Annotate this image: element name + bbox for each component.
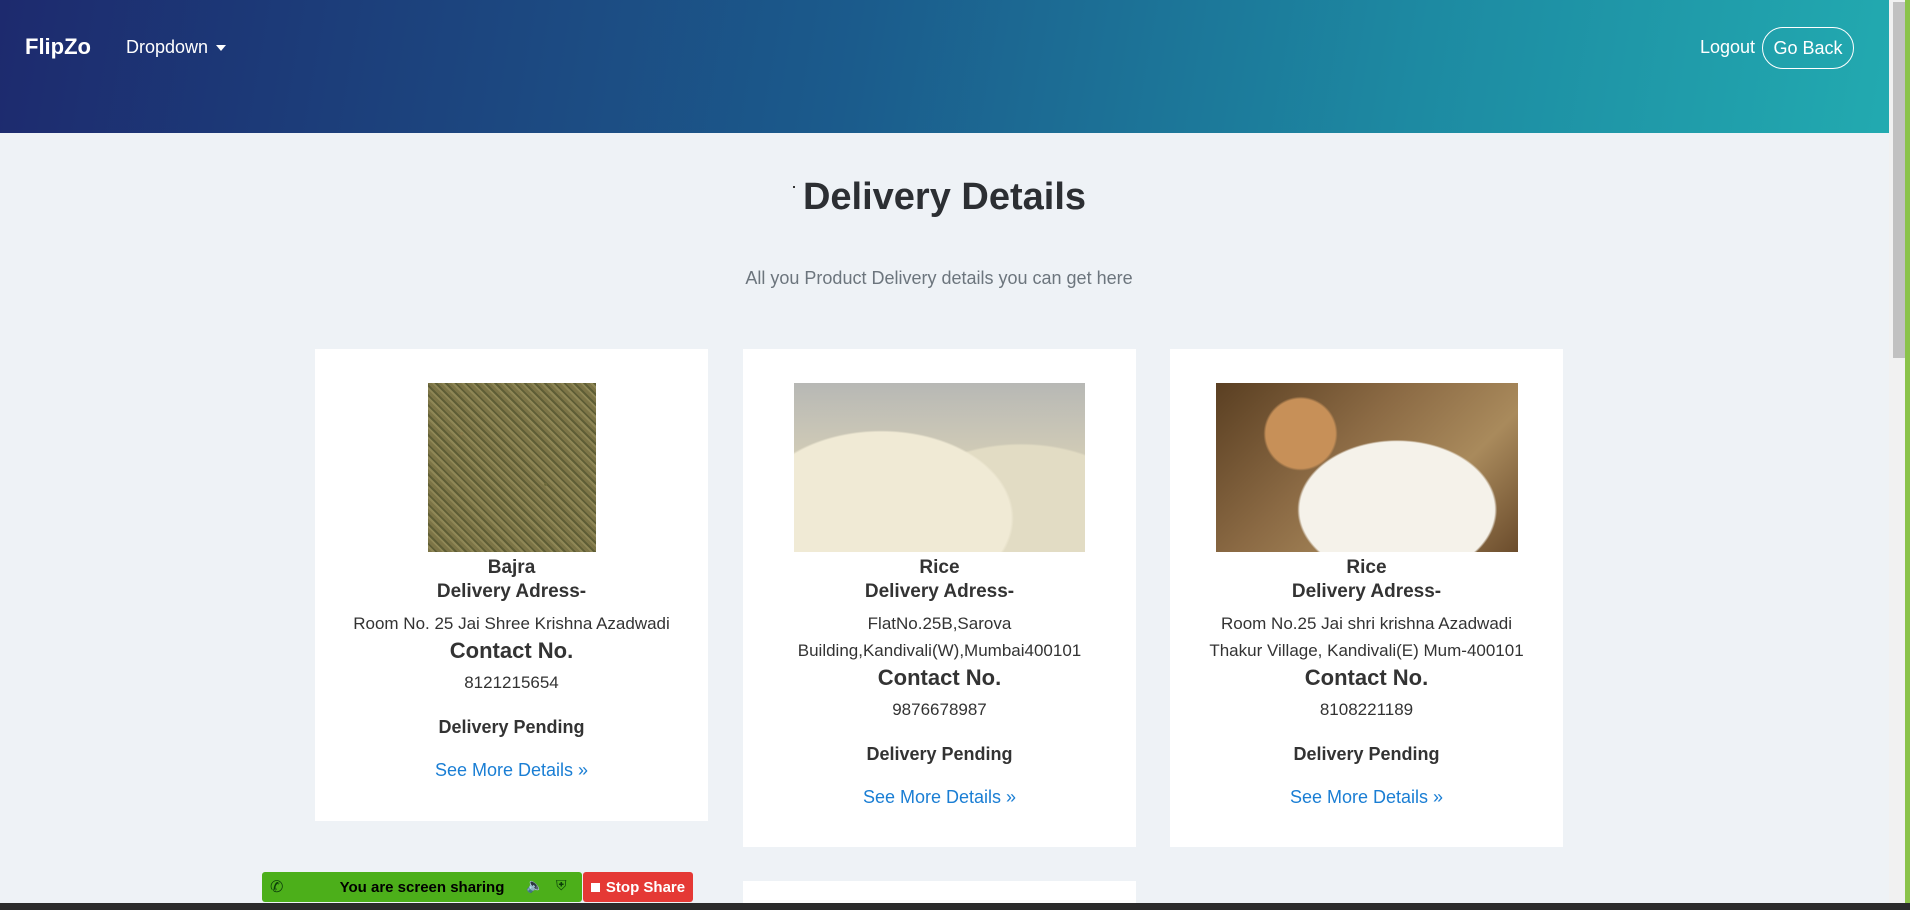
address-text: Room No.25 Jai shri krishna Azadwadi Tha…	[1209, 614, 1524, 660]
address-text: FlatNo.25B,Sarova Building,Kandivali(W),…	[797, 614, 1082, 660]
delivery-card: Rice Delivery Adress- Room No.25 Jai shr…	[1170, 349, 1563, 847]
delivery-card: Rice Delivery Adress- FlatNo.25B,Sarova …	[743, 349, 1136, 847]
delivery-status: Delivery Pending	[866, 744, 1013, 764]
stop-share-button[interactable]: Stop Share	[583, 872, 693, 902]
product-name: Rice	[919, 557, 960, 578]
navbar: FlipZo Dropdown Logout Go Back	[0, 0, 1889, 133]
page-subtitle: All you Product Delivery details you can…	[745, 268, 1133, 288]
contact-label: Contact No.	[449, 638, 574, 663]
product-name: Bajra	[487, 557, 536, 578]
shield-icon[interactable]: ⛨	[556, 877, 567, 894]
speaker-icon[interactable]: 🔈	[526, 877, 543, 894]
see-more-details-link[interactable]: See More Details »	[315, 760, 708, 781]
contact-number: 8108221189	[1319, 700, 1414, 719]
address-label: Delivery Adress-	[1291, 581, 1442, 602]
address-label: Delivery Adress-	[436, 581, 587, 602]
product-image-bajra	[427, 383, 596, 552]
product-image-rice	[1215, 383, 1518, 552]
see-more-details-link[interactable]: See More Details »	[743, 787, 1136, 808]
page: FlipZo Dropdown Logout Go Back Delivery …	[0, 0, 1889, 910]
phone-icon: ✆	[270, 879, 284, 896]
caret-down-icon	[216, 45, 227, 52]
screen-share-text: You are screen sharing	[339, 878, 505, 896]
delivery-card: Bajra Delivery Adress- Room No. 25 Jai S…	[315, 349, 708, 821]
delivery-status: Delivery Pending	[1293, 744, 1440, 764]
dropdown-label: Dropdown	[126, 37, 209, 57]
stop-share-label: Stop Share	[605, 878, 686, 896]
logout-link[interactable]: Logout	[1700, 37, 1755, 58]
page-title: Delivery Details	[802, 176, 1087, 218]
brand-logo[interactable]: FlipZo	[25, 34, 91, 60]
stop-icon	[590, 882, 600, 892]
go-back-button[interactable]: Go Back	[1762, 27, 1854, 69]
delivery-status: Delivery Pending	[438, 717, 585, 737]
contact-number: 9876678987	[892, 700, 987, 719]
screen-share-border	[1905, 0, 1910, 910]
address-text: Room No. 25 Jai Shree Krishna Azadwadi	[353, 614, 670, 633]
dropdown-menu[interactable]: Dropdown	[126, 37, 227, 58]
product-name: Rice	[1346, 557, 1387, 578]
taskbar	[0, 903, 1910, 910]
see-more-details-link[interactable]: See More Details »	[1170, 787, 1563, 808]
contact-label: Contact No.	[1304, 665, 1429, 690]
address-label: Delivery Adress-	[864, 581, 1015, 602]
product-image-rice	[794, 383, 1085, 552]
contact-label: Contact No.	[877, 665, 1002, 690]
contact-number: 8121215654	[464, 673, 559, 692]
